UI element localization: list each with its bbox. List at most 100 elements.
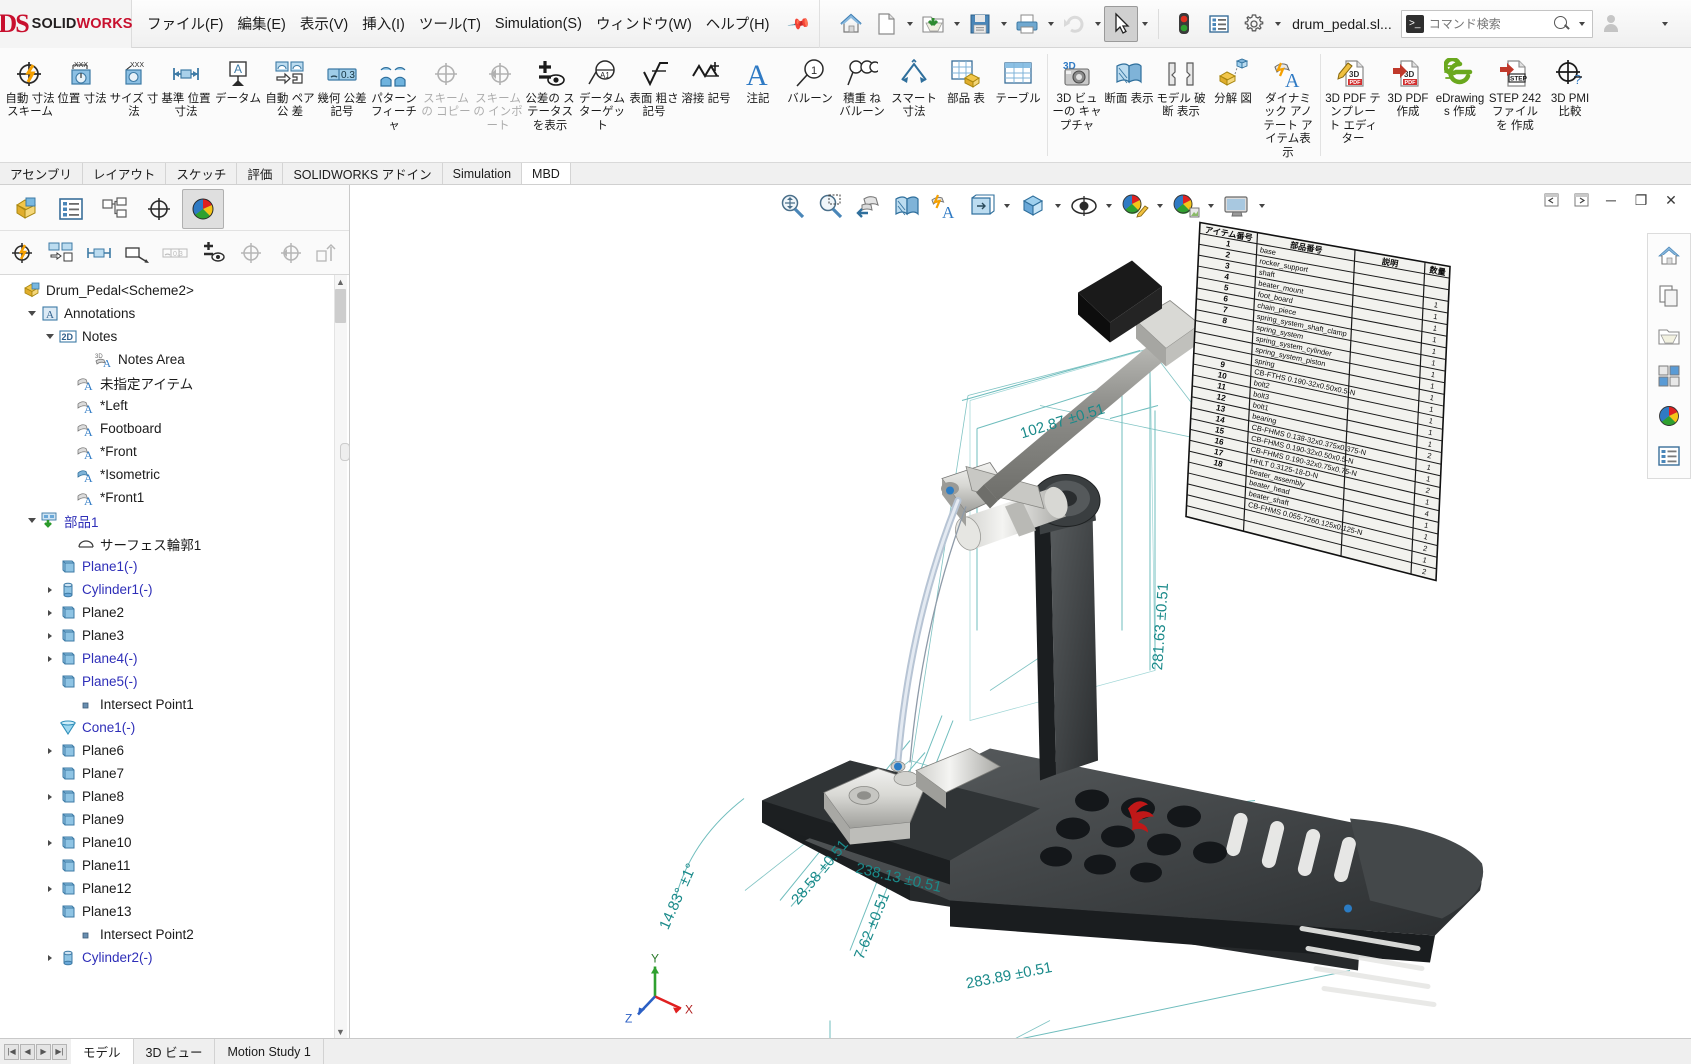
- minimize-doc-button[interactable]: ─: [1597, 187, 1625, 213]
- open-folder-icon[interactable]: [916, 6, 950, 42]
- tree-item-intersect-point1[interactable]: Intersect Point1: [2, 693, 349, 716]
- ribbon-button-datum[interactable]: Aデータム: [212, 52, 264, 156]
- ribbon-button-size-dimension[interactable]: XXXサイズ 寸法: [108, 52, 160, 156]
- menu-item-5[interactable]: Simulation(S): [488, 12, 589, 36]
- tree-item-plane4-[interactable]: Plane4(-): [2, 647, 349, 670]
- user-account-icon[interactable]: [1594, 6, 1628, 42]
- auto-dimension-scheme-tool[interactable]: [4, 234, 41, 272]
- last-tab-button[interactable]: ▶|: [52, 1044, 67, 1060]
- zoom-to-area-icon[interactable]: [812, 188, 848, 224]
- menu-item-3[interactable]: 挿入(I): [355, 9, 412, 38]
- tree-item-cylinder2-[interactable]: Cylinder2(-): [2, 946, 349, 969]
- next-doc-button[interactable]: [1567, 187, 1595, 213]
- previous-view-icon[interactable]: [850, 188, 886, 224]
- tree-item--1[interactable]: 部品1: [2, 509, 349, 532]
- scrollbar-thumb[interactable]: [335, 289, 346, 323]
- tab-スケッチ[interactable]: スケッチ: [166, 163, 237, 184]
- tree-twisty[interactable]: [42, 748, 58, 754]
- view-display-manager-icon[interactable]: [1650, 437, 1688, 475]
- undo-icon[interactable]: [1057, 6, 1091, 42]
- ribbon-button-model-break-view[interactable]: モデル 破断 表示: [1155, 52, 1207, 156]
- bottom-tab-2[interactable]: Motion Study 1: [215, 1039, 323, 1064]
- display-style-icon[interactable]: [1015, 188, 1051, 224]
- zoom-to-fit-icon[interactable]: [774, 188, 810, 224]
- ribbon-button-show-tolerance-status[interactable]: 公差の ステータス を表示: [524, 52, 576, 156]
- geometric-tolerance-tool[interactable]: 0.3: [156, 234, 193, 272]
- tree-item-plane3[interactable]: Plane3: [2, 624, 349, 647]
- ribbon-button-auto-dimension-scheme[interactable]: 自動 寸法 スキーム: [4, 52, 56, 156]
- tree-item--front[interactable]: A*Front: [2, 440, 349, 463]
- dynamic-annotation-icon[interactable]: A: [926, 188, 962, 224]
- tree-twisty[interactable]: [24, 518, 40, 523]
- view-open-icon[interactable]: [1650, 317, 1688, 355]
- search-caret[interactable]: [1577, 6, 1588, 42]
- rebuild-status-icon[interactable]: [1167, 6, 1201, 42]
- menu-item-2[interactable]: 表示(V): [293, 9, 355, 38]
- tree-item-plane5-[interactable]: Plane5(-): [2, 670, 349, 693]
- print-icon[interactable]: [1010, 6, 1044, 42]
- display-manager-tab[interactable]: [182, 189, 224, 229]
- tree-twisty[interactable]: [42, 334, 58, 339]
- bottom-tab-1[interactable]: 3D ビュー: [134, 1039, 216, 1064]
- ribbon-button-bom-table[interactable]: 部品 表: [940, 52, 992, 156]
- tree-item-plane12[interactable]: Plane12: [2, 877, 349, 900]
- tree-item--[interactable]: A未指定アイテム: [2, 371, 349, 394]
- menu-item-4[interactable]: ツール(T): [412, 9, 488, 38]
- undo-caret[interactable]: [1092, 6, 1103, 42]
- ribbon-button-3d-pdf-template-editor[interactable]: 3DPDF3D PDF テンプレート エディター: [1324, 52, 1382, 156]
- ribbon-button-publish-3d-pdf[interactable]: 3DPDF3D PDF 作成: [1382, 52, 1434, 156]
- gear-caret[interactable]: [1272, 6, 1283, 42]
- tree-item-plane2[interactable]: Plane2: [2, 601, 349, 624]
- tree-item-drum-pedal-scheme2-[interactable]: Drum_Pedal<Scheme2>: [2, 279, 349, 302]
- size-dimension-tool[interactable]: [80, 234, 117, 272]
- view-settings-icon[interactable]: [1219, 188, 1255, 224]
- tree-item-plane13[interactable]: Plane13: [2, 900, 349, 923]
- scroll-down-arrow[interactable]: ▼: [335, 1025, 346, 1038]
- ribbon-button-smart-dimension[interactable]: スマート 寸法: [888, 52, 940, 156]
- tree-item--left[interactable]: A*Left: [2, 394, 349, 417]
- edit-appearance-caret[interactable]: [1155, 188, 1166, 224]
- search-input[interactable]: [1429, 17, 1547, 31]
- view-palette-icon[interactable]: [1650, 357, 1688, 395]
- command-search-box[interactable]: >_: [1401, 10, 1593, 38]
- print-caret[interactable]: [1045, 6, 1056, 42]
- apply-scene-caret[interactable]: [1206, 188, 1217, 224]
- first-tab-button[interactable]: |◀: [4, 1044, 19, 1060]
- ribbon-button-capture-3d-view[interactable]: 3D3D ビューの キャプチャ: [1051, 52, 1103, 156]
- menu-item-7[interactable]: ヘルプ(H): [699, 9, 777, 38]
- display-style-caret[interactable]: [1053, 188, 1064, 224]
- import-scheme-tool[interactable]: [270, 234, 307, 272]
- view-home-icon[interactable]: [1650, 237, 1688, 275]
- view-copy-icon[interactable]: [1650, 277, 1688, 315]
- panel-splitter-handle[interactable]: [340, 443, 350, 461]
- menu-item-1[interactable]: 編集(E): [231, 9, 293, 38]
- ribbon-button-location-dimension[interactable]: XXX位置 寸法: [56, 52, 108, 156]
- ribbon-button-surface-finish[interactable]: 表面 粗さ 記号: [628, 52, 680, 156]
- open-folder-caret[interactable]: [951, 6, 962, 42]
- tree-item-plane8[interactable]: Plane8: [2, 785, 349, 808]
- tree-item-cylinder1-[interactable]: Cylinder1(-): [2, 578, 349, 601]
- ribbon-button-dynamic-annotation-view[interactable]: Aダイナミック アノテート アイテム表 示: [1259, 52, 1317, 161]
- ribbon-button-datum-location-dimension[interactable]: 基準 位置 寸法: [160, 52, 212, 156]
- ribbon-button-pattern-feature[interactable]: パターン フィーチャ: [368, 52, 420, 156]
- ribbon-button-balloon[interactable]: 1バルーン: [784, 52, 836, 156]
- section-view-icon[interactable]: [888, 188, 924, 224]
- ribbon-button-weld-symbol[interactable]: 溶接 記号: [680, 52, 732, 156]
- tab-レイアウト[interactable]: レイアウト: [83, 163, 167, 184]
- ribbon-button-edrawings[interactable]: eDrawings 作成: [1434, 52, 1486, 156]
- ribbon-button-geometric-tolerance[interactable]: 0.3幾何 公差 記号: [316, 52, 368, 156]
- tree-twisty[interactable]: [42, 610, 58, 616]
- tab-評価[interactable]: 評価: [237, 163, 283, 184]
- ribbon-button-exploded-view[interactable]: 分解 図: [1207, 52, 1259, 156]
- save-icon[interactable]: [963, 6, 997, 42]
- feature-manager-tab[interactable]: [6, 189, 48, 229]
- prev-tab-button[interactable]: ◀: [20, 1044, 35, 1060]
- ribbon-button-section-view[interactable]: 断面 表示: [1103, 52, 1155, 156]
- tree-item-footboard[interactable]: AFootboard: [2, 417, 349, 440]
- tree-item-plane6[interactable]: Plane6: [2, 739, 349, 762]
- save-caret[interactable]: [998, 6, 1009, 42]
- new-document-caret[interactable]: [904, 6, 915, 42]
- tree-item-annotations[interactable]: AAnnotations: [2, 302, 349, 325]
- tree-item-plane11[interactable]: Plane11: [2, 854, 349, 877]
- ribbon-button-datum-target[interactable]: A1データム ターゲット: [576, 52, 628, 156]
